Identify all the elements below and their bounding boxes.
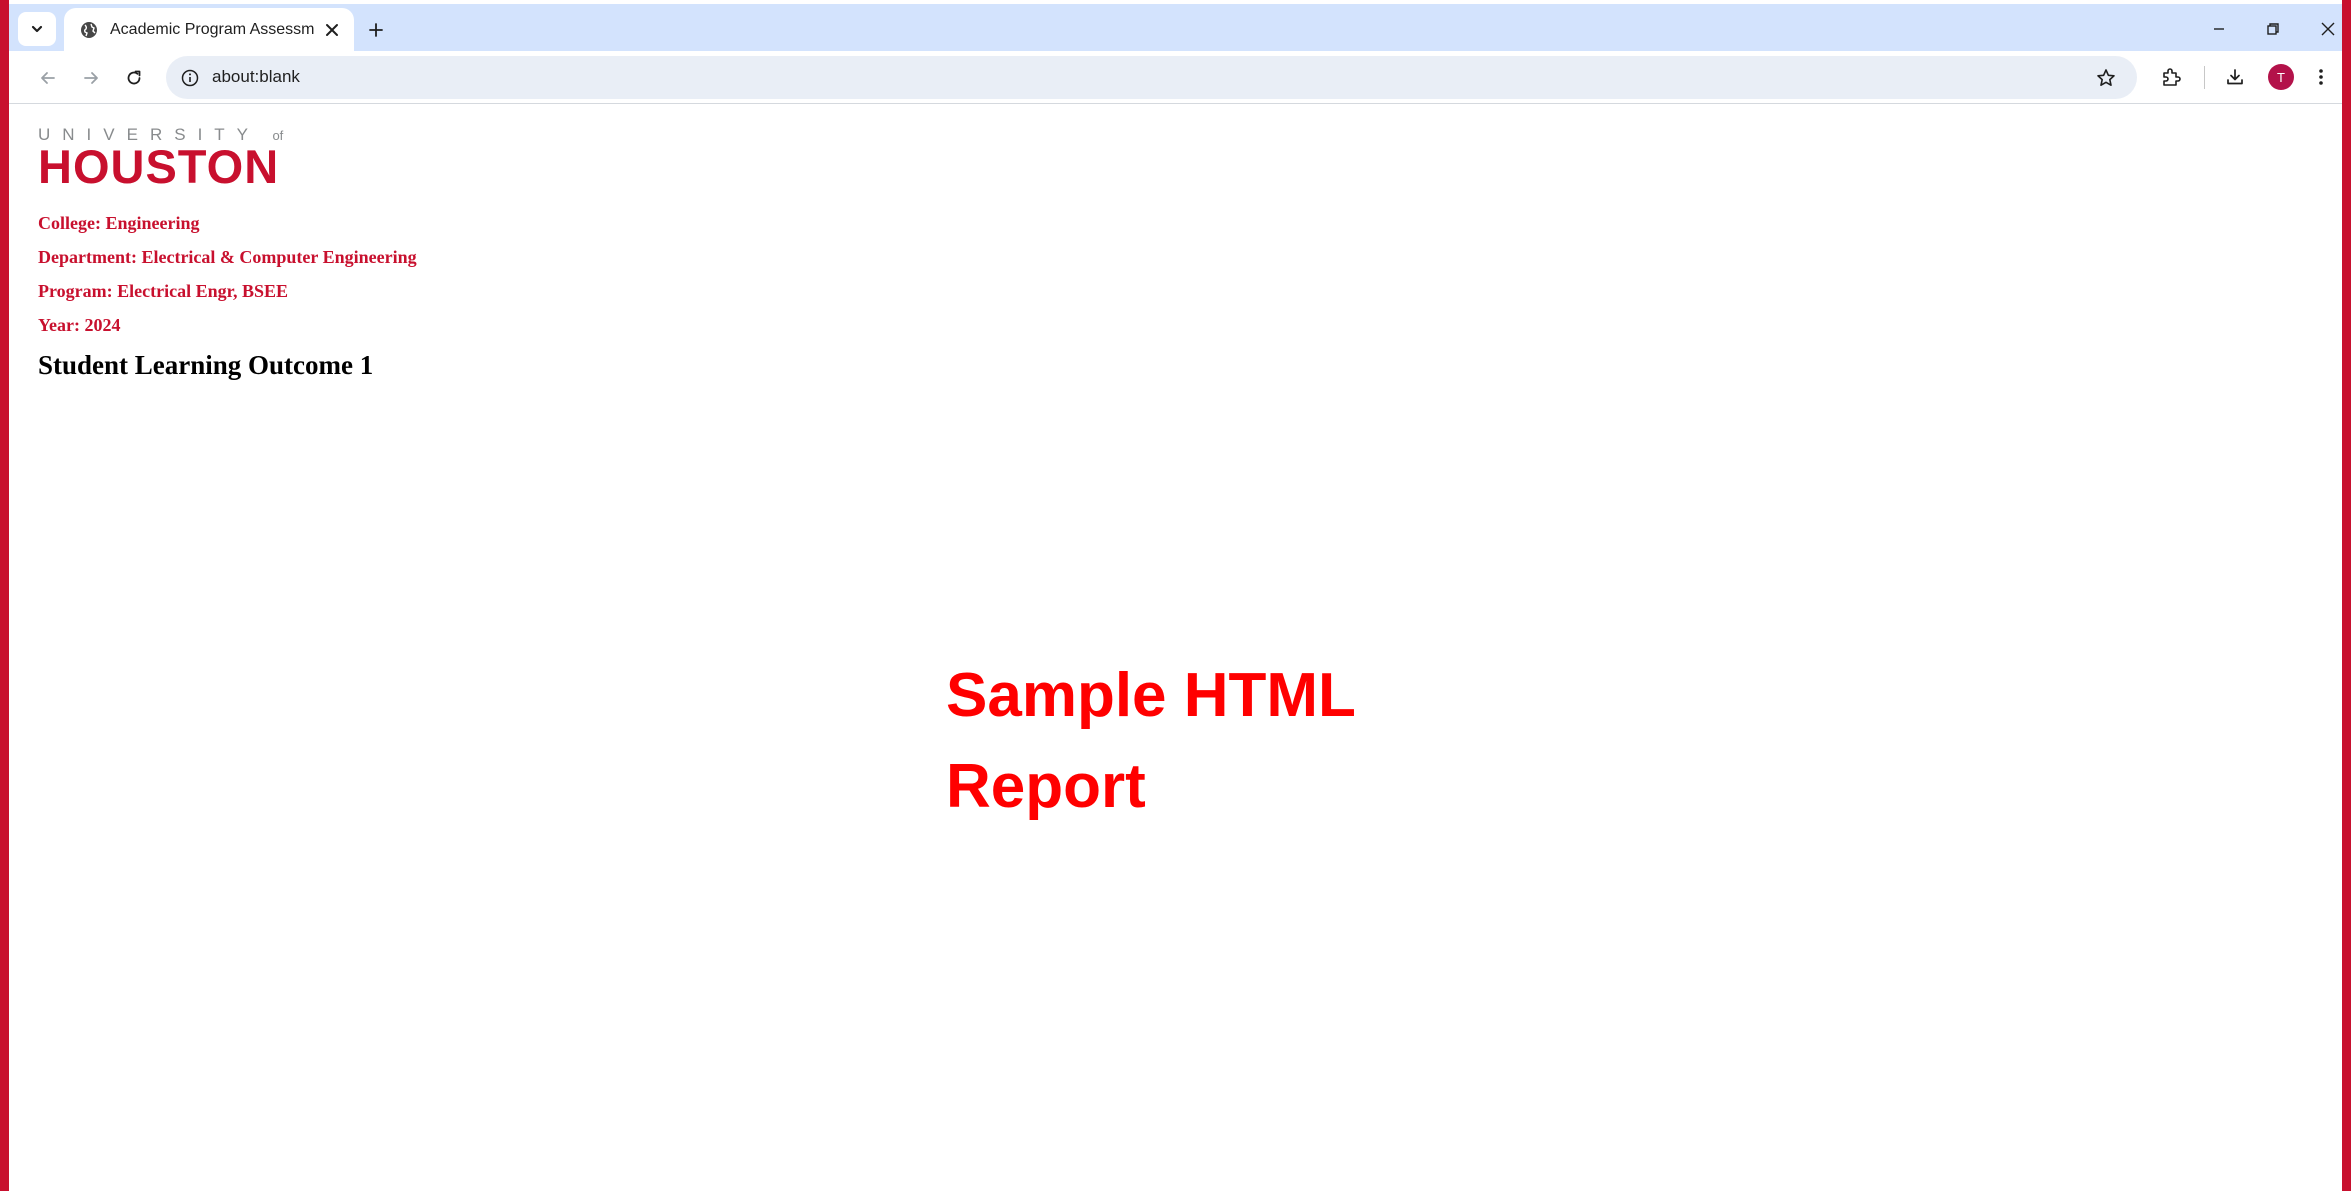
tab-academic-program-assessment[interactable]: Academic Program Assessment <box>64 8 354 51</box>
downloads-button[interactable] <box>2219 61 2251 93</box>
star-icon[interactable] <box>2093 65 2119 91</box>
menu-button[interactable] <box>2309 61 2333 93</box>
close-icon <box>2320 21 2336 37</box>
minimize-icon <box>2212 22 2226 36</box>
restore-button[interactable] <box>2256 14 2290 44</box>
profile-avatar[interactable]: T <box>2268 64 2294 90</box>
department-label: Department: Electrical & Computer Engine… <box>38 247 417 267</box>
close-window-button[interactable] <box>2311 14 2342 44</box>
globe-icon <box>80 21 98 39</box>
arrow-left-icon <box>39 69 57 87</box>
sample-report-overlay: Sample HTML Report <box>946 650 1356 832</box>
year-label: Year: 2024 <box>38 315 121 335</box>
tab-strip: Academic Program Assessment <box>9 4 2342 51</box>
forward-button[interactable] <box>76 63 106 93</box>
reload-icon <box>125 69 143 87</box>
university-logo: UNIVERSITY of HOUSTON <box>38 125 283 192</box>
logo-houston-text: HOUSTON <box>38 140 280 193</box>
browser-toolbar: about:blank T <box>9 51 2342 104</box>
new-tab-button[interactable] <box>361 15 391 45</box>
college-label: College: Engineering <box>38 213 200 233</box>
report-metadata: College: Engineering Department: Electri… <box>38 206 417 342</box>
close-tab-icon[interactable] <box>322 20 342 40</box>
program-label: Program: Electrical Engr, BSEE <box>38 281 288 301</box>
tab-title: Academic Program Assessment <box>110 20 315 38</box>
minimize-button[interactable] <box>2202 14 2236 44</box>
section-heading: Student Learning Outcome 1 <box>38 350 374 380</box>
toolbar-divider <box>2204 66 2205 89</box>
overlay-line-1: Sample HTML <box>946 661 1356 730</box>
chevron-down-icon <box>30 22 44 36</box>
puzzle-icon <box>2161 67 2181 87</box>
reload-button[interactable] <box>119 63 149 93</box>
arrow-right-icon <box>82 69 100 87</box>
plus-icon <box>368 22 384 38</box>
extensions-button[interactable] <box>2155 61 2187 93</box>
browser-window: Academic Program Assessment about:blank … <box>0 0 2351 1191</box>
info-icon[interactable] <box>178 66 202 90</box>
page-content: UNIVERSITY of HOUSTON College: Engineeri… <box>9 105 2342 1191</box>
download-icon <box>2225 67 2245 87</box>
tab-search-button[interactable] <box>18 12 56 46</box>
back-button[interactable] <box>33 63 63 93</box>
overlay-line-2: Report <box>946 752 1146 821</box>
more-vertical-icon <box>2318 67 2324 87</box>
url-text[interactable]: about:blank <box>212 67 300 87</box>
restore-icon <box>2266 22 2280 36</box>
address-bar[interactable]: about:blank <box>166 56 2137 99</box>
